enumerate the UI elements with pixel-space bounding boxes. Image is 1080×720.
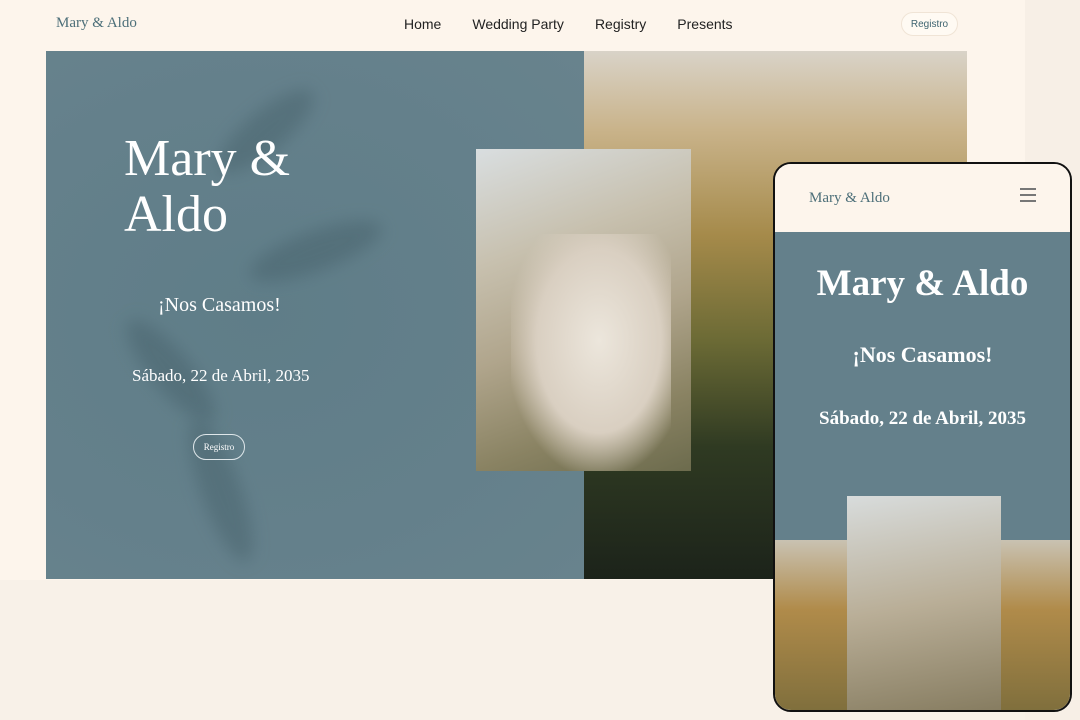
mobile-nav: Mary & Aldo <box>775 164 1070 232</box>
mobile-preview: Mary & Aldo Mary & Aldo ¡Nos Casamos! Sá… <box>773 162 1072 712</box>
nav-presents[interactable]: Presents <box>677 16 732 32</box>
nav-wedding-party[interactable]: Wedding Party <box>472 16 564 32</box>
registro-hero-button[interactable]: Registro <box>193 434 245 460</box>
nav-menu: Home Wedding Party Registry Presents <box>404 16 733 32</box>
hero-subtitle: ¡Nos Casamos! <box>158 294 281 316</box>
nav-registry[interactable]: Registry <box>595 16 646 32</box>
couple-figure <box>511 234 671 471</box>
hero-date: Sábado, 22 de Abril, 2035 <box>132 366 310 385</box>
couple-photo <box>476 149 691 471</box>
hero-title: Mary & Aldo <box>124 130 291 243</box>
mobile-subtitle: ¡Nos Casamos! <box>852 342 993 367</box>
registro-nav-button[interactable]: Registro <box>901 12 958 36</box>
mobile-date: Sábado, 22 de Abril, 2035 <box>819 408 1026 429</box>
hamburger-menu-icon[interactable] <box>1020 188 1036 206</box>
site-logo[interactable]: Mary & Aldo <box>56 15 137 32</box>
mobile-title: Mary & Aldo <box>816 263 1029 304</box>
mobile-logo[interactable]: Mary & Aldo <box>809 190 890 207</box>
mobile-couple-photo <box>847 496 1001 710</box>
nav-home[interactable]: Home <box>404 16 441 32</box>
top-nav: Mary & Aldo Home Wedding Party Registry … <box>0 0 1025 50</box>
